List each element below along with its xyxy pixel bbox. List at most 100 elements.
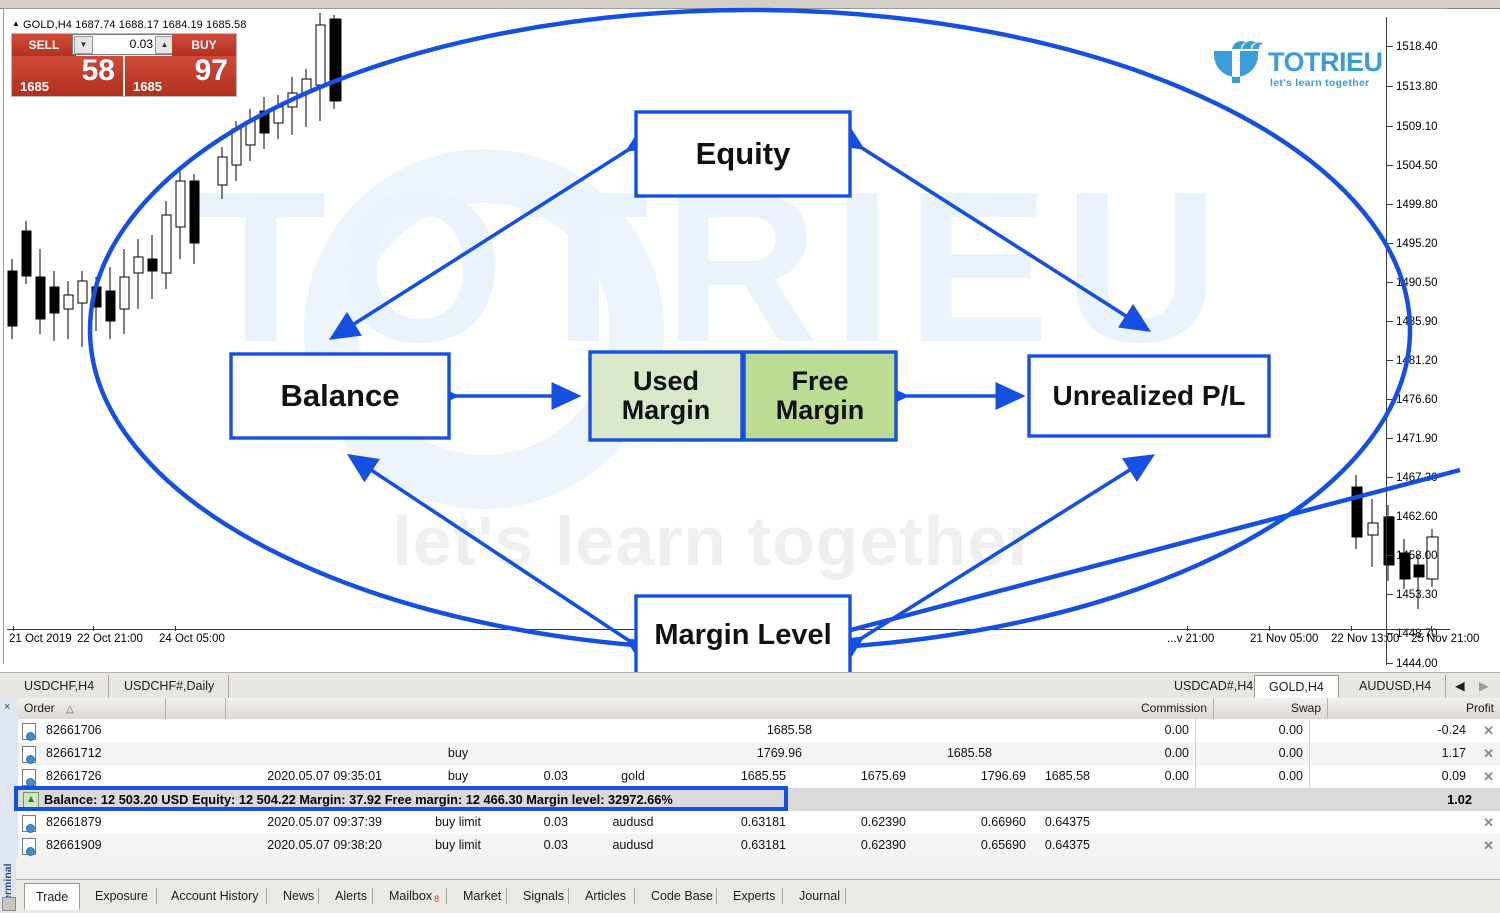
chart-tab-usdchf-daily[interactable]: USDCHF#,Daily [110,675,230,698]
tab-journal[interactable]: Journal [788,884,851,908]
mailbox-badge: 8 [434,894,440,904]
table-row[interactable]: 82661726 2020.05.07 09:35:01 buy 0.03 go… [18,765,1500,788]
table-row[interactable]: 82661712 buy 1769.96 1685.58 0.00 0.00 1… [18,742,1500,765]
order-icon [22,723,36,741]
resize-grip[interactable] [2,897,16,911]
column-header-swap[interactable]: Swap [1214,698,1328,719]
chart-tabs-scroll-right-icon[interactable]: ▶ [1476,675,1492,698]
cell-order: 82661879 [46,815,102,829]
close-order-icon[interactable]: ✕ [1483,838,1494,854]
free-margin-line1: Free [791,365,849,396]
order-icon [22,815,36,833]
close-order-icon[interactable]: ✕ [1483,769,1494,785]
cell-swap: 0.00 [1196,742,1310,765]
cell-size: 0.03 [543,815,568,829]
cell-sl: 0.62390 [860,838,906,852]
cell-time: 2020.05.07 09:37:39 [267,815,382,829]
column-header-time[interactable] [166,698,226,719]
close-order-icon[interactable]: ✕ [1483,815,1494,831]
tab-code-base[interactable]: Code Base [640,884,724,908]
account-summary-text: Balance: 12 503.20 USD Equity: 12 504.22… [44,792,673,807]
cell-profit: -0.24 [1437,723,1467,737]
trade-table[interactable]: × Order △ Commission Swap Profit 8266170… [0,698,1500,858]
cell-tp: 0.66960 [980,815,1026,829]
cell-type: buy limit [435,815,481,829]
cell-symbol: audusd [612,815,654,829]
terminal-side-strip [0,698,18,858]
column-header-commission[interactable]: Commission [1120,698,1214,719]
table-header-row: Order △ Commission Swap Profit [18,698,1500,720]
chart-tab-usdchf-h4[interactable]: USDCHF,H4 [10,675,110,698]
chart-tab-gold-h4[interactable]: GOLD,H4 [1254,675,1339,698]
box-label-unrealized-pl: Unrealized P/L [1052,379,1246,411]
tab-experts[interactable]: Experts [722,884,786,908]
close-icon[interactable]: × [4,701,10,713]
cell-sl: 0.62390 [860,815,906,829]
cell-commission: 0.00 [1102,765,1196,788]
cell-tp: 0.65690 [980,838,1026,852]
cell-profit: 1.17 [1441,746,1466,760]
cell-profit: 0.09 [1441,769,1466,783]
balance-icon [23,792,39,808]
tab-trade[interactable]: Trade [24,883,81,910]
box-label-equity: Equity [695,136,791,172]
cell-order: 82661909 [46,838,102,852]
cell-time: 2020.05.07 09:35:01 [267,769,382,783]
cell-price: 1685.58 [766,723,812,737]
tab-exposure[interactable]: Exposure [84,884,159,908]
cell-swap: 0.00 [1196,719,1310,742]
tab-alerts[interactable]: Alerts [324,884,378,908]
cell-price: 0.64375 [1044,838,1090,852]
cell-price: 1685.58 [1044,769,1090,783]
sort-asc-icon: △ [66,704,74,715]
chart-tabs-scroll-left-icon[interactable]: ◀ [1452,675,1468,698]
cell-type: buy [447,769,469,783]
order-icon [22,746,36,764]
cell-price: 1685.58 [946,746,992,760]
cell-type: buy limit [435,838,481,852]
cell-open-price: 0.63181 [740,815,786,829]
cell-time: 2020.05.07 09:38:20 [267,838,382,852]
column-header-spacer [226,698,1120,719]
cell-order: 82661712 [46,746,102,760]
table-row[interactable]: 82661909 2020.05.07 09:38:20 buy limit 0… [18,834,1500,857]
used-margin-line1: Used [632,365,700,396]
close-order-icon[interactable]: ✕ [1483,723,1494,739]
chart-tab-bar[interactable]: USDCHF,H4 USDCHF#,Daily USDCAD#,H4 GOLD,… [0,672,1500,700]
tab-signals[interactable]: Signals [512,884,575,908]
terminal-tab-bar[interactable]: Terminal Trade Exposure Account History … [0,845,1500,913]
tab-mailbox[interactable]: Mailbox 8 [378,884,450,908]
column-header-profit[interactable]: Profit [1328,698,1500,719]
box-label-used-margin: Used Margin [590,352,742,440]
tab-account-history[interactable]: Account History [160,884,270,908]
cell-commission: 0.00 [1102,719,1196,742]
chart-tab-usdcad-h4[interactable]: USDCAD#,H4 [1160,675,1269,698]
box-label-free-margin: Free Margin [744,352,896,440]
chart-tab-audusd-h4[interactable]: AUDUSD,H4 [1345,675,1447,698]
column-header-order[interactable]: Order △ [18,698,166,719]
cell-size: 0.03 [543,838,568,852]
tab-market[interactable]: Market [452,884,512,908]
cell-open-price: 1685.55 [740,769,786,783]
tab-articles[interactable]: Articles [574,884,637,908]
cell-order: 82661706 [46,723,102,737]
cell-order: 82661726 [46,769,102,783]
cell-swap: 0.00 [1196,765,1310,788]
total-profit: 1.02 [1447,792,1472,807]
box-label-balance: Balance [280,378,400,414]
table-row[interactable]: 82661706 1685.58 0.00 0.00 -0.24 ✕ [18,719,1500,742]
box-label-margin-level: Margin Level [654,619,832,652]
cell-symbol: gold [621,769,645,783]
order-icon [22,769,36,787]
account-summary-row[interactable]: Balance: 12 503.20 USD Equity: 12 504.22… [18,788,1500,811]
free-margin-line2: Margin [775,395,865,425]
order-icon [22,838,36,856]
used-margin-line2: Margin [621,395,711,425]
cell-tp: 1796.69 [980,769,1026,783]
terminal-panel: USDCHF,H4 USDCHF#,Daily USDCAD#,H4 GOLD,… [0,672,1500,913]
close-order-icon[interactable]: ✕ [1483,746,1494,762]
table-row[interactable]: 82661879 2020.05.07 09:37:39 buy limit 0… [18,811,1500,834]
cell-type: buy [447,746,469,760]
cell-tp: 1769.96 [756,746,802,760]
cell-open-price: 0.63181 [740,838,786,852]
